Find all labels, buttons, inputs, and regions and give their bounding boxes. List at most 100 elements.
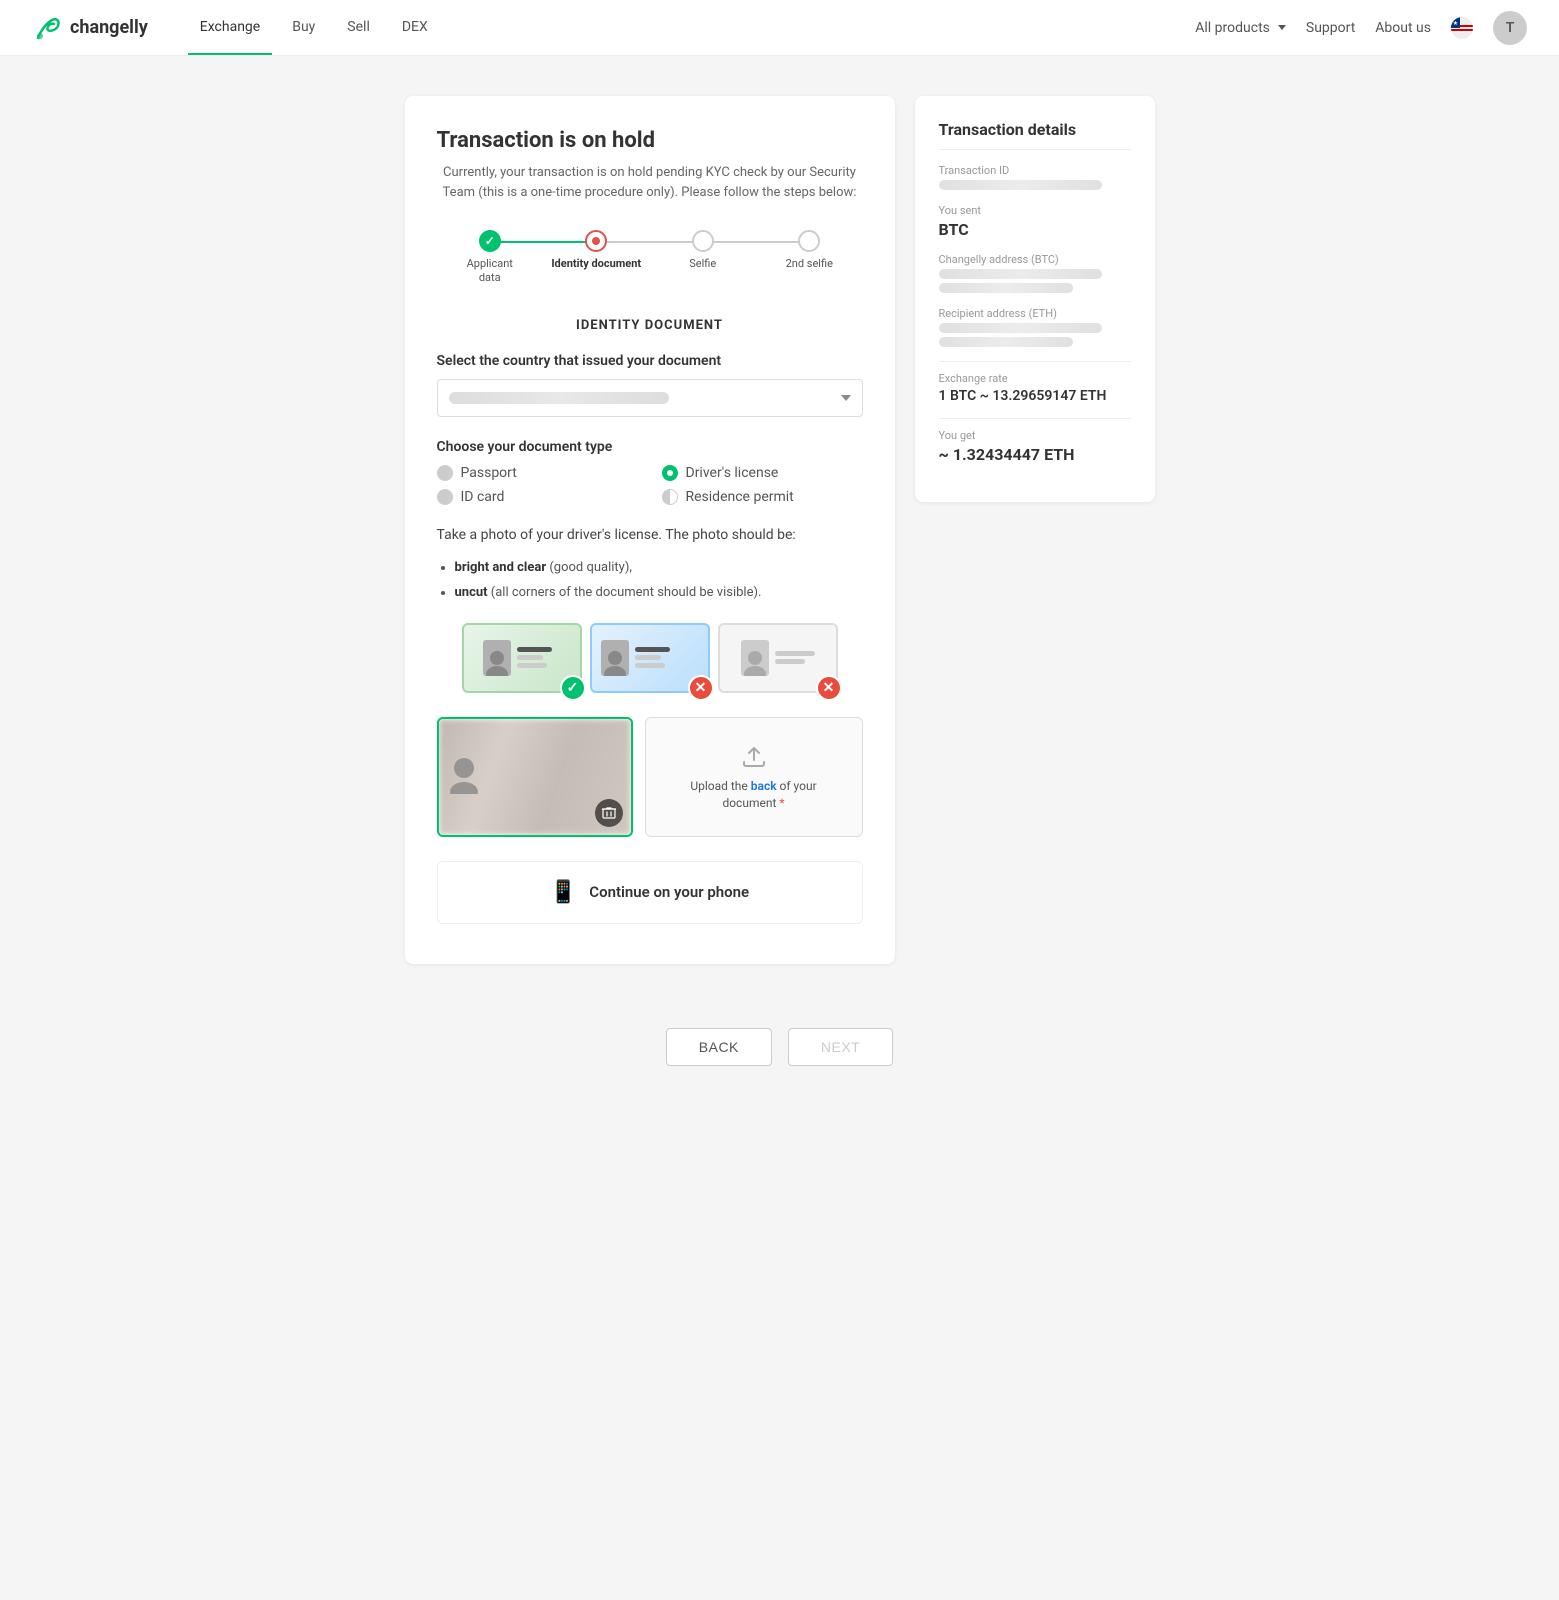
radio-drivers-license[interactable]: Driver's license	[662, 465, 863, 481]
step-circle-4	[798, 230, 820, 252]
you-get-label: You get	[939, 429, 1131, 442]
exchange-rate-label: Exchange rate	[939, 372, 1131, 385]
radio-circle-passport	[437, 465, 453, 481]
doc-type-grid: Passport Driver's license ID card Reside…	[437, 465, 863, 505]
back-button[interactable]: BACK	[666, 1028, 772, 1066]
phone-icon: 📱	[550, 880, 577, 905]
trash-icon	[602, 806, 616, 820]
bullet-list: bright and clear (good quality), uncut (…	[437, 558, 863, 603]
step-line-1	[490, 241, 597, 243]
example-images: ✓	[437, 623, 863, 693]
detail-divider-1	[939, 361, 1131, 362]
radio-label-drivers: Driver's license	[686, 465, 779, 481]
header-right: All products Support About us ★ T	[1195, 11, 1527, 45]
phone-label: Continue on your phone	[589, 883, 749, 901]
form-card: Transaction is on hold Currently, your t…	[405, 96, 895, 964]
logo[interactable]: changelly	[32, 12, 148, 44]
badge-x-2: ✕	[816, 675, 842, 701]
step-circle-1	[479, 230, 501, 252]
radio-label-passport: Passport	[461, 465, 517, 481]
upload-front-box[interactable]	[437, 717, 633, 837]
bullet-2: uncut (all corners of the document shoul…	[455, 583, 863, 603]
bullet-1: bright and clear (good quality),	[455, 558, 863, 578]
exchange-rate-row: Exchange rate 1 BTC ~ 13.29659147 ETH	[939, 372, 1131, 404]
instructions-text: Take a photo of your driver's license. T…	[437, 525, 863, 546]
doc-type-label: Choose your document type	[437, 439, 863, 455]
tx-id-label: Transaction ID	[939, 164, 1131, 177]
step-identity: Identity document	[543, 230, 650, 271]
exchange-rate-value: 1 BTC ~ 13.29659147 ETH	[939, 388, 1131, 404]
step-line-2	[596, 241, 703, 243]
detail-divider-2	[939, 418, 1131, 419]
recipient-addr-row: Recipient address (ETH)	[939, 307, 1131, 347]
country-select-blur	[449, 392, 669, 404]
changelly-addr-label: Changelly address (BTC)	[939, 253, 1131, 266]
step-circle-2	[585, 230, 607, 252]
nav-exchange[interactable]: Exchange	[188, 1, 272, 55]
transaction-details-card: Transaction details Transaction ID You s…	[915, 96, 1155, 502]
logo-icon	[32, 12, 64, 44]
recipient-addr-label: Recipient address (ETH)	[939, 307, 1131, 320]
stepper: Applicantdata Identity document Selfie 2…	[437, 230, 863, 286]
flag-icon: ★	[1451, 17, 1473, 39]
upload-icon	[738, 742, 770, 770]
recipient-addr-blur-2	[939, 337, 1073, 347]
step-selfie2: 2nd selfie	[756, 230, 863, 271]
face-icon-bad2	[741, 648, 769, 676]
all-products-button[interactable]: All products	[1195, 20, 1286, 36]
country-select-wrapper	[437, 379, 863, 417]
you-sent-row: You sent BTC	[939, 204, 1131, 239]
about-link[interactable]: About us	[1375, 20, 1431, 36]
changelly-addr-blur-1	[939, 269, 1102, 279]
svg-text:★: ★	[1453, 20, 1458, 27]
bottom-buttons: BACK NEXT	[0, 1028, 1559, 1066]
radio-residence[interactable]: Residence permit	[662, 489, 863, 505]
header: changelly Exchange Buy Sell DEX All prod…	[0, 0, 1559, 56]
radio-label-id: ID card	[461, 489, 505, 505]
you-get-value: ~ 1.32434447 ETH	[939, 445, 1131, 464]
you-get-row: You get ~ 1.32434447 ETH	[939, 429, 1131, 464]
chevron-down-icon	[1278, 25, 1286, 30]
radio-label-residence: Residence permit	[686, 489, 794, 505]
badge-checkmark: ✓	[560, 675, 586, 701]
recipient-addr-blur-1	[939, 323, 1102, 333]
nav-buy[interactable]: Buy	[280, 1, 327, 55]
step-selfie: Selfie	[650, 230, 757, 271]
upload-row: Upload the back of your document *	[437, 717, 863, 837]
step-label-4: 2nd selfie	[786, 257, 833, 271]
next-button[interactable]: NEXT	[788, 1028, 893, 1066]
step-label-2: Identity document	[551, 257, 641, 271]
user-avatar[interactable]: T	[1493, 11, 1527, 45]
phone-continue-button[interactable]: 📱 Continue on your phone	[437, 861, 863, 924]
example-bad-1: ✕	[590, 623, 710, 693]
logo-text: changelly	[70, 17, 148, 38]
page-subtitle: Currently, your transaction is on hold p…	[437, 163, 863, 202]
section-title: IDENTITY DOCUMENT	[437, 318, 863, 333]
nav-dex[interactable]: DEX	[390, 1, 440, 55]
country-label: Select the country that issued your docu…	[437, 353, 863, 369]
example-bad-2: ✕	[718, 623, 838, 693]
step-circle-3	[692, 230, 714, 252]
step-applicant: Applicantdata	[437, 230, 544, 286]
nav-sell[interactable]: Sell	[335, 1, 382, 55]
support-link[interactable]: Support	[1306, 20, 1355, 36]
main-nav: Exchange Buy Sell DEX	[188, 1, 1195, 55]
you-sent-value: BTC	[939, 220, 1131, 239]
radio-passport[interactable]: Passport	[437, 465, 638, 481]
example-good: ✓	[462, 623, 582, 693]
changelly-addr-blur-2	[939, 283, 1073, 293]
radio-circle-drivers	[662, 465, 678, 481]
delete-front-button[interactable]	[595, 799, 623, 827]
step-line-3	[703, 241, 810, 243]
face-icon-good	[483, 648, 511, 676]
step-label-1: Applicantdata	[467, 257, 513, 286]
step-label-3: Selfie	[689, 257, 716, 271]
upload-back-box[interactable]: Upload the back of your document *	[645, 717, 863, 837]
main-content: Transaction is on hold Currently, your t…	[180, 56, 1380, 1004]
radio-id-card[interactable]: ID card	[437, 489, 638, 505]
radio-circle-id	[437, 489, 453, 505]
face-icon-bad1	[601, 648, 629, 676]
badge-x-1: ✕	[688, 675, 714, 701]
upload-back-label: Upload the back of your document *	[690, 778, 816, 812]
tx-id-blur	[939, 180, 1102, 190]
